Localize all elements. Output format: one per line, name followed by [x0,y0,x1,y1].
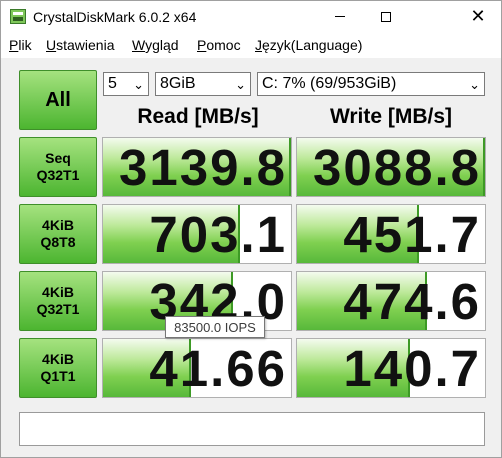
4kib-q1t1-button[interactable]: 4KiB Q1T1 [19,338,97,398]
test-size-value: 8GiB [160,75,196,92]
4kib-q1t1-read-result: 41.66 [102,338,292,398]
4kib-q1t1-write-result: 140.7 [296,338,486,398]
seq-q32t1-button[interactable]: Seq Q32T1 [19,137,97,197]
row-label-line2: Q32T1 [36,301,80,317]
chevron-down-icon: ⌄ [235,78,246,93]
4kib-q32t1-button[interactable]: 4KiB Q32T1 [19,271,97,331]
seq-q32t1-read-result: 3139.8 [102,137,292,197]
result-value: 703.1 [149,206,287,263]
close-icon: ✕ [470,6,486,27]
read-column-header: Read [MB/s] [137,105,259,128]
write-column-header: Write [MB/s] [329,105,453,128]
row-label-line1: Seq [45,150,71,166]
close-button[interactable]: ✕ [455,1,501,32]
row-label-line2: Q32T1 [36,167,80,183]
result-value: 3139.8 [119,139,287,196]
chevron-down-icon: ⌄ [133,78,144,93]
menu-ustawienia[interactable]: Ustawienia [46,37,115,53]
result-value: 451.7 [343,206,481,263]
4kib-q8t8-read-result: 703.1 [102,204,292,264]
test-count-select[interactable]: 5 ⌄ [103,72,149,96]
run-all-button[interactable]: All [19,70,97,130]
menu-jezyk[interactable]: Język(Language) [255,37,362,53]
iops-tooltip: 83500.0 IOPS [165,316,265,338]
title-bar: CrystalDiskMark 6.0.2 x64 ✕ [1,1,501,32]
minimize-icon [335,16,345,17]
comment-field[interactable] [19,412,485,446]
drive-select[interactable]: C: 7% (69/953GiB) ⌄ [257,72,485,96]
test-count-value: 5 [108,75,117,92]
menu-pomoc[interactable]: Pomoc [197,37,241,53]
4kib-q8t8-button[interactable]: 4KiB Q8T8 [19,204,97,264]
row-label-line2: Q8T8 [40,234,76,250]
seq-q32t1-write-result: 3088.8 [296,137,486,197]
menu-bar: Plik Ustawienia Wygląd Pomoc Język(Langu… [1,32,501,58]
menu-plik[interactable]: Plik [9,37,32,53]
minimize-button[interactable] [317,1,363,32]
row-label-line1: 4KiB [42,351,74,367]
row-label-line1: 4KiB [42,284,74,300]
main-panel: All 5 ⌄ 8GiB ⌄ C: 7% (69/953GiB) ⌄ Read … [1,58,501,457]
row-label-line2: Q1T1 [40,368,76,384]
4kib-q32t1-write-result: 474.6 [296,271,486,331]
maximize-icon [381,11,391,22]
result-value: 474.6 [343,273,481,330]
window-title: CrystalDiskMark 6.0.2 x64 [33,9,197,25]
test-size-select[interactable]: 8GiB ⌄ [155,72,251,96]
maximize-button[interactable] [363,1,409,32]
chevron-down-icon: ⌄ [469,78,480,93]
app-icon [10,9,26,24]
crystaldiskmark-window: CrystalDiskMark 6.0.2 x64 ✕ Plik Ustawie… [0,0,502,458]
result-value: 140.7 [343,340,481,397]
result-value: 3088.8 [313,139,481,196]
row-label-line1: 4KiB [42,217,74,233]
menu-wyglad[interactable]: Wygląd [132,37,179,53]
drive-value: C: 7% (69/953GiB) [262,75,397,92]
result-value: 41.66 [149,340,287,397]
4kib-q8t8-write-result: 451.7 [296,204,486,264]
